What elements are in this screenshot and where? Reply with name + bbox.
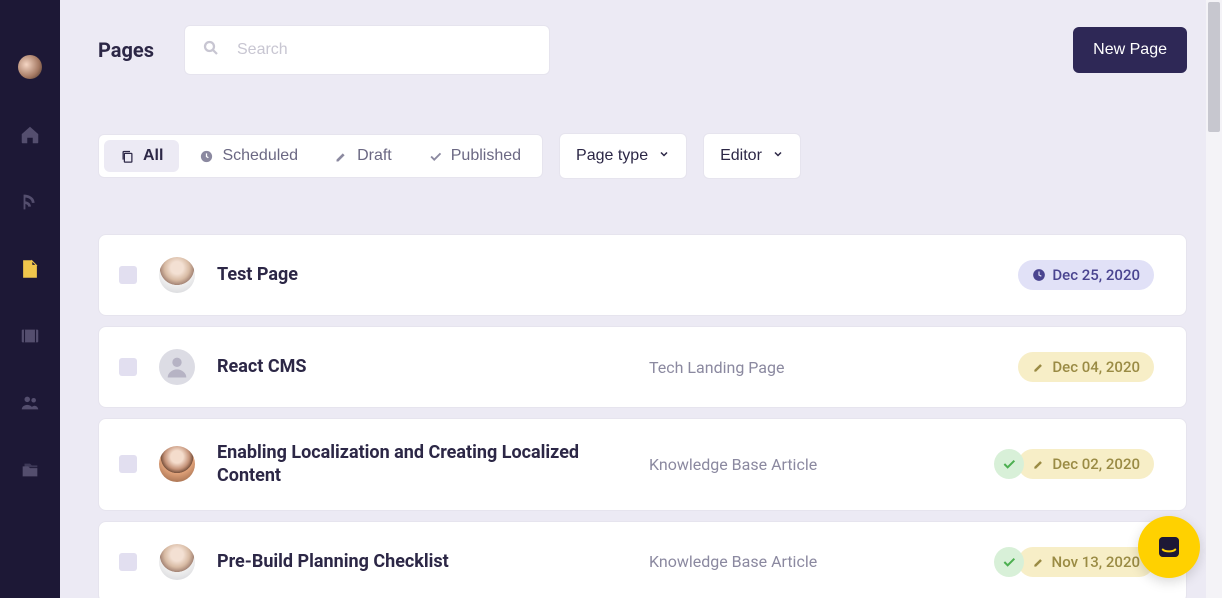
row-title: React CMS xyxy=(217,355,627,378)
page-row[interactable]: Enabling Localization and Creating Local… xyxy=(98,418,1187,511)
chat-fab[interactable] xyxy=(1138,516,1200,578)
intercom-icon xyxy=(1154,532,1184,562)
main-content: Pages New Page All Scheduled xyxy=(60,0,1222,598)
avatar xyxy=(159,349,195,385)
search-input[interactable] xyxy=(184,25,550,75)
row-checkbox[interactable] xyxy=(119,455,137,473)
row-status: Nov 13, 2020 xyxy=(994,547,1154,577)
chevron-down-icon xyxy=(658,147,670,165)
clock-icon xyxy=(199,149,214,164)
copy-icon xyxy=(120,149,135,164)
date-text: Dec 02, 2020 xyxy=(1052,455,1140,473)
pages-icon[interactable] xyxy=(19,258,41,280)
search-icon xyxy=(202,39,220,61)
date-pill: Dec 04, 2020 xyxy=(1018,352,1154,382)
scrollbar-thumb[interactable] xyxy=(1208,2,1220,132)
tab-label: Draft xyxy=(357,147,392,165)
page-row[interactable]: React CMS Tech Landing Page Dec 04, 2020 xyxy=(98,326,1187,408)
tab-label: Scheduled xyxy=(222,147,298,165)
tab-label: All xyxy=(143,147,163,165)
pencil-icon xyxy=(1032,555,1046,569)
check-icon xyxy=(428,149,443,164)
chevron-down-icon xyxy=(772,147,784,165)
row-type: Tech Landing Page xyxy=(649,358,996,377)
row-status: Dec 02, 2020 xyxy=(994,449,1154,479)
editor-dropdown[interactable]: Editor xyxy=(703,133,801,179)
row-status: Dec 25, 2020 xyxy=(1018,260,1154,290)
page-title: Pages xyxy=(98,38,154,62)
app-shell: Pages New Page All Scheduled xyxy=(0,0,1222,598)
tab-scheduled[interactable]: Scheduled xyxy=(183,140,314,172)
header: Pages New Page xyxy=(98,25,1187,75)
clock-icon xyxy=(1032,268,1046,282)
page-row[interactable]: Test Page Dec 25, 2020 xyxy=(98,234,1187,316)
tab-label: Published xyxy=(451,147,521,165)
row-type: Knowledge Base Article xyxy=(649,455,972,474)
row-checkbox[interactable] xyxy=(119,553,137,571)
date-pill: Nov 13, 2020 xyxy=(1018,547,1154,577)
new-page-button[interactable]: New Page xyxy=(1073,27,1187,73)
tab-published[interactable]: Published xyxy=(412,140,537,172)
date-pill: Dec 02, 2020 xyxy=(1018,449,1154,479)
avatar xyxy=(159,446,195,482)
blog-icon[interactable] xyxy=(19,191,41,213)
published-check-icon xyxy=(994,449,1024,479)
search-wrap xyxy=(184,25,550,75)
home-icon[interactable] xyxy=(19,124,41,146)
row-status: Dec 04, 2020 xyxy=(1018,352,1154,382)
row-title: Enabling Localization and Creating Local… xyxy=(217,441,627,488)
date-text: Dec 04, 2020 xyxy=(1052,358,1140,376)
pencil-icon xyxy=(1032,360,1046,374)
avatar xyxy=(159,544,195,580)
scrollbar[interactable] xyxy=(1206,0,1222,598)
filter-tabs: All Scheduled Draft Published xyxy=(98,134,543,178)
row-title: Test Page xyxy=(217,263,627,286)
filter-row: All Scheduled Draft Published Page type xyxy=(98,133,1187,179)
published-check-icon xyxy=(994,547,1024,577)
row-type: Knowledge Base Article xyxy=(649,552,972,571)
users-icon[interactable] xyxy=(19,392,41,414)
page-type-dropdown[interactable]: Page type xyxy=(559,133,687,179)
tab-all[interactable]: All xyxy=(104,140,179,172)
date-pill: Dec 25, 2020 xyxy=(1018,260,1154,290)
avatar xyxy=(159,257,195,293)
pencil-icon xyxy=(334,149,349,164)
media-icon[interactable] xyxy=(19,325,41,347)
current-user-avatar[interactable] xyxy=(18,55,42,79)
date-text: Dec 25, 2020 xyxy=(1052,266,1140,284)
date-text: Nov 13, 2020 xyxy=(1052,553,1140,571)
collections-icon[interactable] xyxy=(19,459,41,481)
dropdown-label: Editor xyxy=(720,147,762,165)
row-checkbox[interactable] xyxy=(119,358,137,376)
row-title: Pre-Build Planning Checklist xyxy=(217,550,627,573)
tab-draft[interactable]: Draft xyxy=(318,140,408,172)
pencil-icon xyxy=(1032,457,1046,471)
row-checkbox[interactable] xyxy=(119,266,137,284)
page-row[interactable]: Pre-Build Planning Checklist Knowledge Ba… xyxy=(98,521,1187,598)
dropdown-label: Page type xyxy=(576,147,648,165)
page-list: Test Page Dec 25, 2020 React CMS Tech Landi… xyxy=(98,234,1187,598)
sidebar xyxy=(0,0,60,598)
